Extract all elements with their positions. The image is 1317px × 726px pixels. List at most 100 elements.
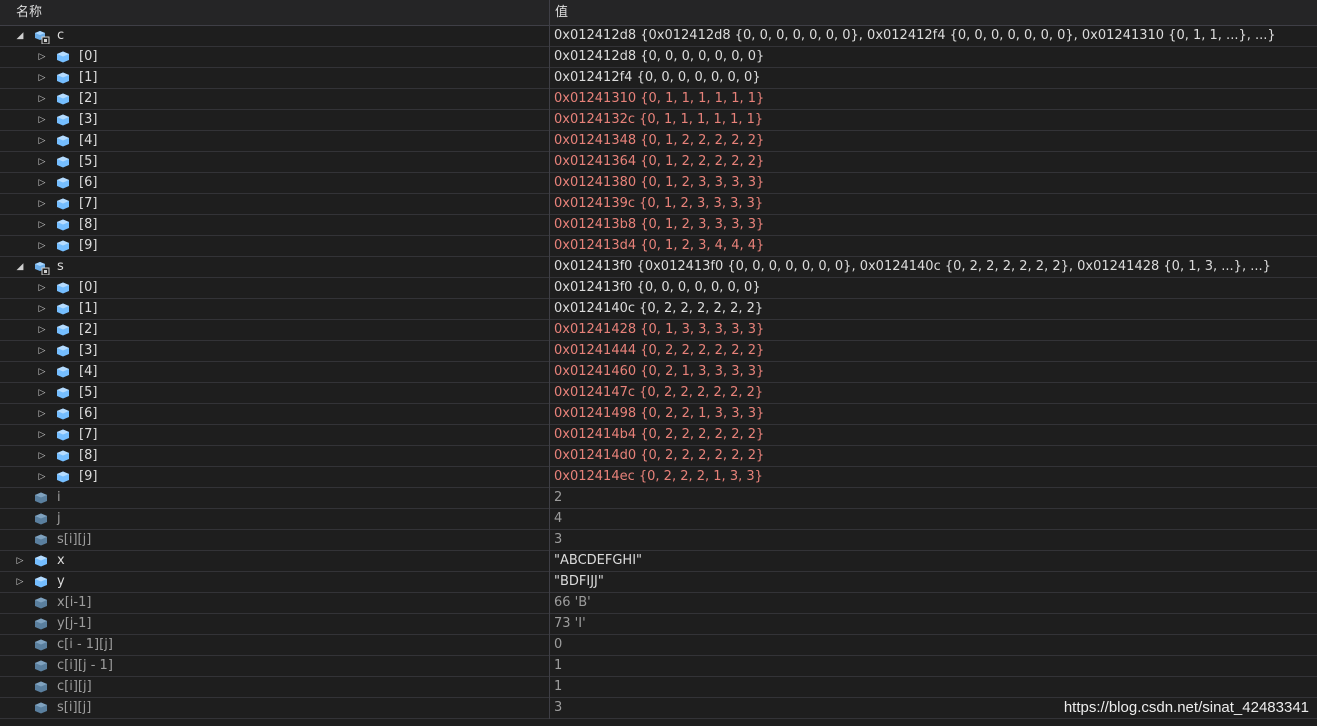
value-cell[interactable]: 4 <box>554 509 1317 529</box>
value-cell[interactable]: 0x012413f0 {0, 0, 0, 0, 0, 0, 0} <box>554 278 1317 298</box>
watch-row[interactable]: ▷ [3] 0x01241444 {0, 2, 2, 2, 2, 2, 2} <box>0 341 1317 362</box>
name-cell[interactable]: ▷ [9] <box>0 236 549 256</box>
value-cell[interactable]: 0x01241364 {0, 1, 2, 2, 2, 2, 2} <box>554 152 1317 172</box>
name-cell[interactable]: s[i][j] <box>0 698 549 718</box>
watch-row[interactable]: ▷ [6] 0x01241498 {0, 2, 2, 1, 3, 3, 3} <box>0 404 1317 425</box>
value-cell[interactable]: 0x012412f4 {0, 0, 0, 0, 0, 0, 0} <box>554 68 1317 88</box>
watch-row[interactable]: c[i - 1][j] 0 <box>0 635 1317 656</box>
expand-arrow-icon[interactable]: ▷ <box>37 299 47 319</box>
watch-row[interactable]: ▷ [7] 0x012414b4 {0, 2, 2, 2, 2, 2, 2} <box>0 425 1317 446</box>
name-cell[interactable]: i <box>0 488 549 508</box>
expand-arrow-icon[interactable]: ▷ <box>37 467 47 487</box>
expand-arrow-icon[interactable]: ▷ <box>37 152 47 172</box>
name-cell[interactable]: y[j-1] <box>0 614 549 634</box>
watch-row[interactable]: x[i-1] 66 'B' <box>0 593 1317 614</box>
name-cell[interactable]: ▷ [2] <box>0 89 549 109</box>
value-cell[interactable]: 0x0124147c {0, 2, 2, 2, 2, 2, 2} <box>554 383 1317 403</box>
value-cell[interactable]: 0x01241380 {0, 1, 2, 3, 3, 3, 3} <box>554 173 1317 193</box>
watch-row[interactable]: i2 <box>0 488 1317 509</box>
value-cell[interactable]: 2 <box>554 488 1317 508</box>
expand-arrow-icon[interactable]: ▷ <box>37 278 47 298</box>
value-cell[interactable]: 0x012412d8 {0x012412d8 {0, 0, 0, 0, 0, 0… <box>554 26 1317 46</box>
name-cell[interactable]: ▷ [9] <box>0 467 549 487</box>
name-cell[interactable]: ▷ [8] <box>0 215 549 235</box>
expand-arrow-icon[interactable]: ▷ <box>37 215 47 235</box>
watch-row[interactable]: ▷ [0] 0x012413f0 {0, 0, 0, 0, 0, 0, 0} <box>0 278 1317 299</box>
expand-arrow-icon[interactable]: ▷ <box>37 236 47 256</box>
expand-arrow-icon[interactable]: ▷ <box>37 173 47 193</box>
value-cell[interactable]: 0x01241460 {0, 2, 1, 3, 3, 3, 3} <box>554 362 1317 382</box>
watch-row[interactable]: ▷ [9] 0x012414ec {0, 2, 2, 2, 1, 3, 3} <box>0 467 1317 488</box>
name-cell[interactable]: c[i - 1][j] <box>0 635 549 655</box>
collapse-arrow-icon[interactable]: ◢ <box>15 257 25 277</box>
name-cell[interactable]: ▷ [3] <box>0 110 549 130</box>
watch-row[interactable]: c[i][j] 1 <box>0 677 1317 698</box>
collapse-arrow-icon[interactable]: ◢ <box>15 26 25 46</box>
name-cell[interactable]: ▷ [6] <box>0 173 549 193</box>
expand-arrow-icon[interactable]: ▷ <box>37 383 47 403</box>
watch-row[interactable]: ▷ [7] 0x0124139c {0, 1, 2, 3, 3, 3, 3} <box>0 194 1317 215</box>
expand-arrow-icon[interactable]: ▷ <box>37 131 47 151</box>
name-cell[interactable]: ▷ y <box>0 572 549 592</box>
watch-row[interactable]: ▷ [4] 0x01241460 {0, 2, 1, 3, 3, 3, 3} <box>0 362 1317 383</box>
expand-arrow-icon[interactable]: ▷ <box>37 425 47 445</box>
name-cell[interactable]: ▷ [1] <box>0 299 549 319</box>
value-cell[interactable]: 66 'B' <box>554 593 1317 613</box>
value-cell[interactable]: 1 <box>554 656 1317 676</box>
expand-arrow-icon[interactable]: ▷ <box>15 572 25 592</box>
watch-row[interactable]: ▷ y "BDFIJJ" <box>0 572 1317 593</box>
watch-row[interactable]: ▷ [8] 0x012413b8 {0, 1, 2, 3, 3, 3, 3} <box>0 215 1317 236</box>
watch-row[interactable]: c[i][j - 1] 1 <box>0 656 1317 677</box>
expand-arrow-icon[interactable]: ▷ <box>37 89 47 109</box>
expand-arrow-icon[interactable]: ▷ <box>37 362 47 382</box>
name-cell[interactable]: ◢ c <box>0 26 549 46</box>
value-cell[interactable]: 0x012414ec {0, 2, 2, 2, 1, 3, 3} <box>554 467 1317 487</box>
value-cell[interactable]: 0x0124140c {0, 2, 2, 2, 2, 2, 2} <box>554 299 1317 319</box>
name-cell[interactable]: c[i][j - 1] <box>0 656 549 676</box>
value-cell[interactable]: 0x012413b8 {0, 1, 2, 3, 3, 3, 3} <box>554 215 1317 235</box>
watch-row[interactable]: ▷ [0] 0x012412d8 {0, 0, 0, 0, 0, 0, 0} <box>0 47 1317 68</box>
value-cell[interactable]: "ABCDEFGHI" <box>554 551 1317 571</box>
expand-arrow-icon[interactable]: ▷ <box>37 404 47 424</box>
expand-arrow-icon[interactable]: ▷ <box>37 68 47 88</box>
expand-arrow-icon[interactable]: ▷ <box>15 551 25 571</box>
expand-arrow-icon[interactable]: ▷ <box>37 110 47 130</box>
watch-row[interactable]: ▷ [5] 0x01241364 {0, 1, 2, 2, 2, 2, 2} <box>0 152 1317 173</box>
value-cell[interactable]: 0x012413f0 {0x012413f0 {0, 0, 0, 0, 0, 0… <box>554 257 1317 277</box>
value-cell[interactable]: 0x012412d8 {0, 0, 0, 0, 0, 0, 0} <box>554 47 1317 67</box>
watch-row[interactable]: j4 <box>0 509 1317 530</box>
expand-arrow-icon[interactable]: ▷ <box>37 446 47 466</box>
name-cell[interactable]: ▷ [0] <box>0 278 549 298</box>
name-cell[interactable]: ▷ [4] <box>0 131 549 151</box>
name-cell[interactable]: j <box>0 509 549 529</box>
value-cell[interactable]: 1 <box>554 677 1317 697</box>
name-cell[interactable]: ▷ [7] <box>0 425 549 445</box>
name-cell[interactable]: s[i][j] <box>0 530 549 550</box>
watch-row[interactable]: ▷ [1] 0x0124140c {0, 2, 2, 2, 2, 2, 2} <box>0 299 1317 320</box>
watch-row[interactable]: ▷ [6] 0x01241380 {0, 1, 2, 3, 3, 3, 3} <box>0 173 1317 194</box>
watch-row[interactable]: ▷ [2] 0x01241310 {0, 1, 1, 1, 1, 1, 1} <box>0 89 1317 110</box>
expand-arrow-icon[interactable]: ▷ <box>37 194 47 214</box>
column-splitter[interactable] <box>549 0 550 25</box>
name-cell[interactable]: ▷ [2] <box>0 320 549 340</box>
watch-row[interactable]: ◢ s 0x012413f0 {0x012413f0 {0, 0, 0, 0, 0,… <box>0 257 1317 278</box>
value-cell[interactable]: 0 <box>554 635 1317 655</box>
watch-row[interactable]: ▷ x "ABCDEFGHI" <box>0 551 1317 572</box>
expand-arrow-icon[interactable]: ▷ <box>37 320 47 340</box>
value-cell[interactable]: 3 <box>554 530 1317 550</box>
name-cell[interactable]: ▷ [3] <box>0 341 549 361</box>
name-cell[interactable]: ▷ [4] <box>0 362 549 382</box>
expand-arrow-icon[interactable]: ▷ <box>37 47 47 67</box>
name-cell[interactable]: ▷ [6] <box>0 404 549 424</box>
value-cell[interactable]: 0x012413d4 {0, 1, 2, 3, 4, 4, 4} <box>554 236 1317 256</box>
value-cell[interactable]: 0x012414b4 {0, 2, 2, 2, 2, 2, 2} <box>554 425 1317 445</box>
watch-row[interactable]: ▷ [8] 0x012414d0 {0, 2, 2, 2, 2, 2, 2} <box>0 446 1317 467</box>
watch-row[interactable]: ▷ [2] 0x01241428 {0, 1, 3, 3, 3, 3, 3} <box>0 320 1317 341</box>
watch-row[interactable]: ▷ [4] 0x01241348 {0, 1, 2, 2, 2, 2, 2} <box>0 131 1317 152</box>
name-cell[interactable]: ▷ [5] <box>0 383 549 403</box>
value-column-header[interactable]: 值 <box>555 0 568 25</box>
value-cell[interactable]: 0x012414d0 {0, 2, 2, 2, 2, 2, 2} <box>554 446 1317 466</box>
value-cell[interactable]: 0x01241310 {0, 1, 1, 1, 1, 1, 1} <box>554 89 1317 109</box>
name-cell[interactable]: ▷ [7] <box>0 194 549 214</box>
value-cell[interactable]: 0x01241348 {0, 1, 2, 2, 2, 2, 2} <box>554 131 1317 151</box>
